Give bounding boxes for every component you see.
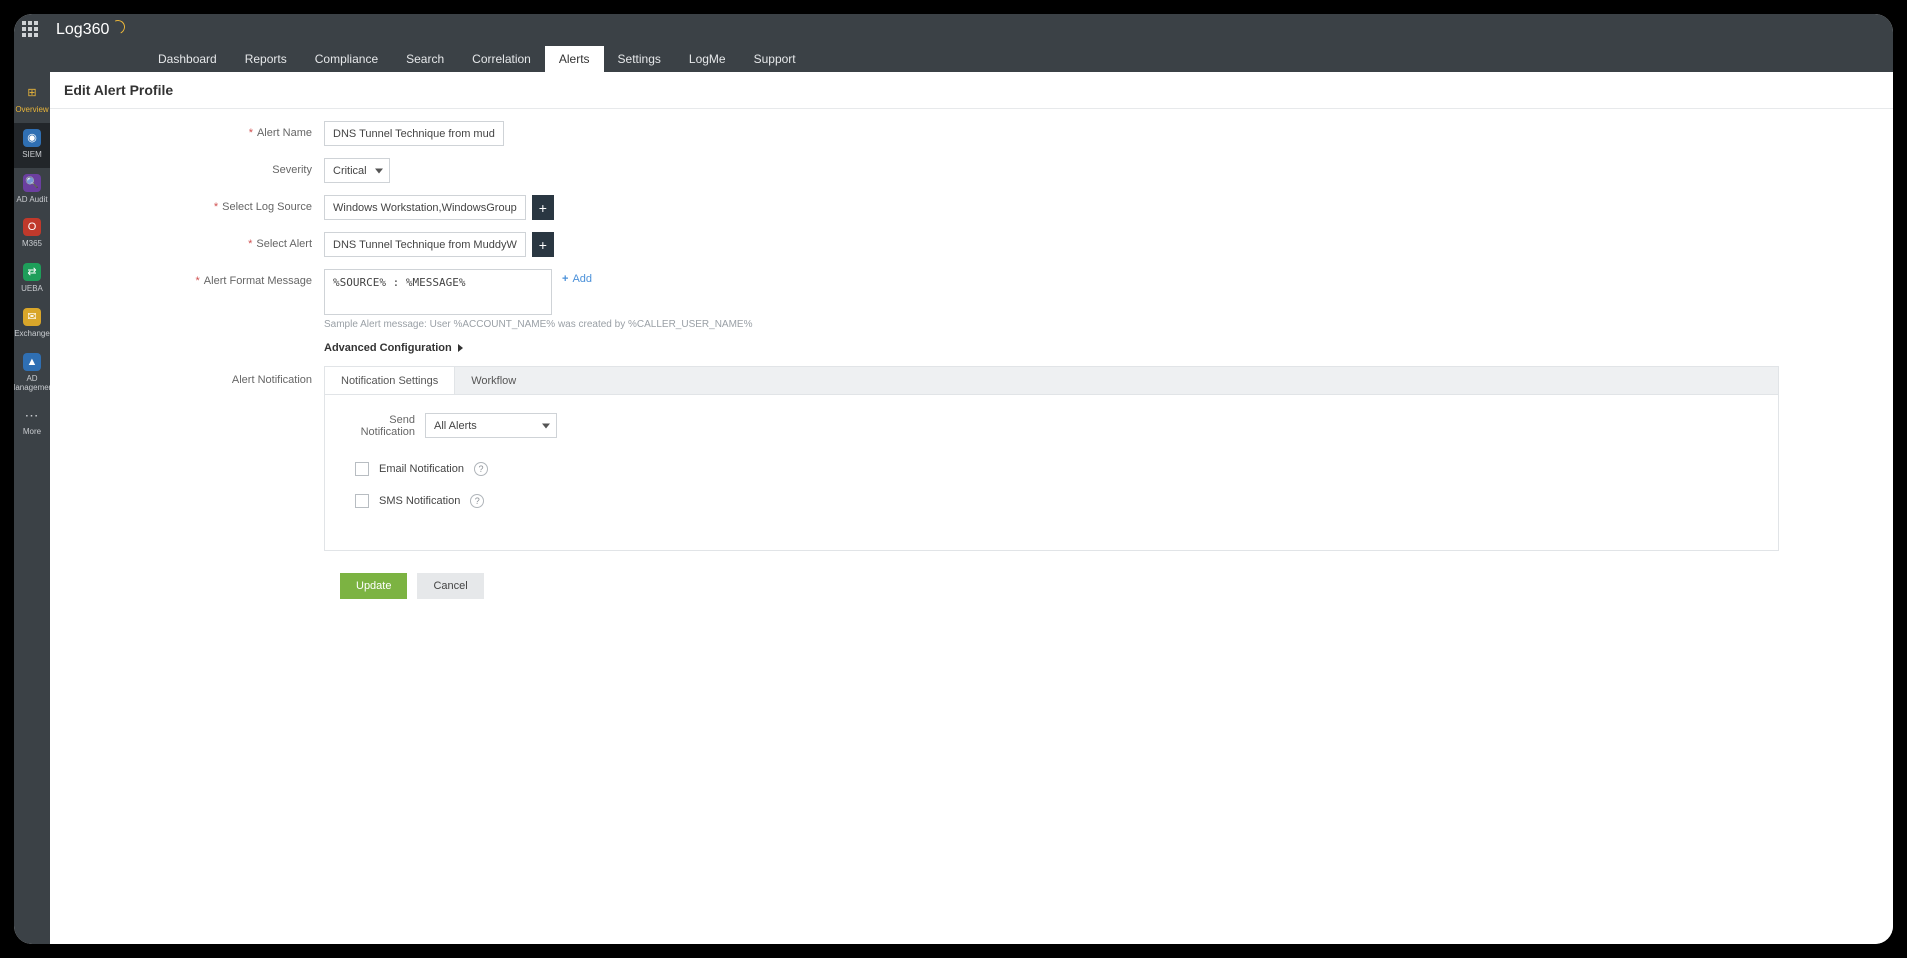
alert-format-textarea[interactable]: [324, 269, 552, 315]
sidebar-item-m365[interactable]: O M365: [14, 212, 50, 257]
severity-select[interactable]: Critical: [324, 158, 390, 183]
email-notification-label: Email Notification: [379, 463, 464, 475]
sms-notification-label: SMS Notification: [379, 495, 460, 507]
plus-icon: +: [562, 273, 568, 285]
advanced-configuration-label: Advanced Configuration: [324, 342, 452, 354]
siem-icon: ◉: [23, 129, 41, 147]
ad-audit-icon: 🔍: [23, 174, 41, 192]
ad-management-icon: ▲: [23, 353, 41, 371]
sidebar-item-exchange[interactable]: ✉ Exchange: [14, 302, 50, 347]
send-notification-select[interactable]: All Alerts: [425, 413, 557, 438]
email-notification-checkbox[interactable]: [355, 462, 369, 476]
apps-menu-icon[interactable]: [22, 21, 40, 39]
sidebar-item-label: M365: [22, 240, 42, 249]
top-tab-search[interactable]: Search: [392, 46, 458, 72]
top-tab-correlation[interactable]: Correlation: [458, 46, 545, 72]
subtab-notification-settings[interactable]: Notification Settings: [325, 367, 455, 394]
sidebar-item-label: UEBA: [21, 285, 43, 294]
select-alert-value[interactable]: DNS Tunnel Technique from MuddyW: [324, 232, 526, 257]
sample-alert-hint: Sample Alert message: User %ACCOUNT_NAME…: [324, 319, 752, 330]
label-select-log-source: Select Log Source: [222, 201, 312, 213]
chevron-right-icon: [458, 344, 463, 352]
update-button[interactable]: Update: [340, 573, 407, 599]
top-tab-settings[interactable]: Settings: [604, 46, 675, 72]
add-link-text: Add: [572, 273, 592, 285]
label-alert-format-message: Alert Format Message: [204, 275, 312, 287]
sidebar-item-label: AD Audit: [16, 196, 47, 205]
m365-icon: O: [23, 218, 41, 236]
add-macro-link[interactable]: + Add: [562, 273, 592, 285]
sidebar-item-more[interactable]: ⋯ More: [14, 400, 50, 445]
alert-name-input[interactable]: [324, 121, 504, 146]
top-tab-reports[interactable]: Reports: [231, 46, 301, 72]
product-name: Log360: [56, 21, 109, 39]
add-log-source-button[interactable]: +: [532, 195, 554, 220]
sidebar-item-label: Exchange: [14, 330, 50, 339]
label-alert-notification: Alert Notification: [232, 374, 312, 386]
severity-selected-value: Critical: [333, 165, 367, 177]
sidebar-item-overview[interactable]: ⊞ Overview: [14, 78, 50, 123]
sidebar-item-ad-management[interactable]: ▲AD Management: [14, 347, 50, 401]
logo-arc-icon: [109, 18, 127, 36]
top-tab-support[interactable]: Support: [740, 46, 810, 72]
add-alert-button[interactable]: +: [532, 232, 554, 257]
sidebar-item-label: More: [23, 428, 41, 437]
label-alert-name: Alert Name: [257, 127, 312, 139]
chevron-down-icon: [542, 423, 550, 428]
sidebar-item-label: Overview: [15, 106, 48, 115]
page-title: Edit Alert Profile: [50, 72, 1893, 109]
sidebar-item-label: SIEM: [22, 151, 42, 160]
top-tab-compliance[interactable]: Compliance: [301, 46, 392, 72]
product-logo: Log360: [56, 21, 125, 39]
label-send-notification: Send Notification: [335, 414, 415, 438]
sms-help-icon[interactable]: ?: [470, 494, 484, 508]
left-sidebar: ⊞ Overview ◉ SIEM 🔍 AD Audit O M365 ⇄ UEBA ✉ Exchan…: [14, 72, 50, 944]
top-tab-dashboard[interactable]: Dashboard: [144, 46, 231, 72]
chevron-down-icon: [375, 168, 383, 173]
exchange-icon: ✉: [23, 308, 41, 326]
subtab-workflow[interactable]: Workflow: [455, 367, 532, 394]
sidebar-item-ad-audit[interactable]: 🔍 AD Audit: [14, 168, 50, 213]
advanced-configuration-toggle[interactable]: Advanced Configuration: [324, 342, 463, 354]
sidebar-item-siem[interactable]: ◉ SIEM: [14, 123, 50, 168]
label-select-alert: Select Alert: [256, 238, 312, 250]
send-notification-selected-value: All Alerts: [434, 420, 477, 432]
label-severity: Severity: [272, 164, 312, 176]
top-tab-alerts[interactable]: Alerts: [545, 46, 604, 72]
top-nav: DashboardReportsComplianceSearchCorrelat…: [14, 46, 1893, 72]
cancel-button[interactable]: Cancel: [417, 573, 483, 599]
ueba-icon: ⇄: [23, 263, 41, 281]
sidebar-item-ueba[interactable]: ⇄ UEBA: [14, 257, 50, 302]
notification-subtabs: Notification SettingsWorkflow: [325, 367, 1778, 395]
log-source-value[interactable]: Windows Workstation,WindowsGroup: [324, 195, 526, 220]
email-help-icon[interactable]: ?: [474, 462, 488, 476]
overview-icon: ⊞: [23, 84, 41, 102]
notification-panel: Notification SettingsWorkflow Send Notif…: [324, 366, 1779, 551]
sms-notification-checkbox[interactable]: [355, 494, 369, 508]
more-icon: ⋯: [23, 406, 41, 424]
top-tab-logme[interactable]: LogMe: [675, 46, 740, 72]
